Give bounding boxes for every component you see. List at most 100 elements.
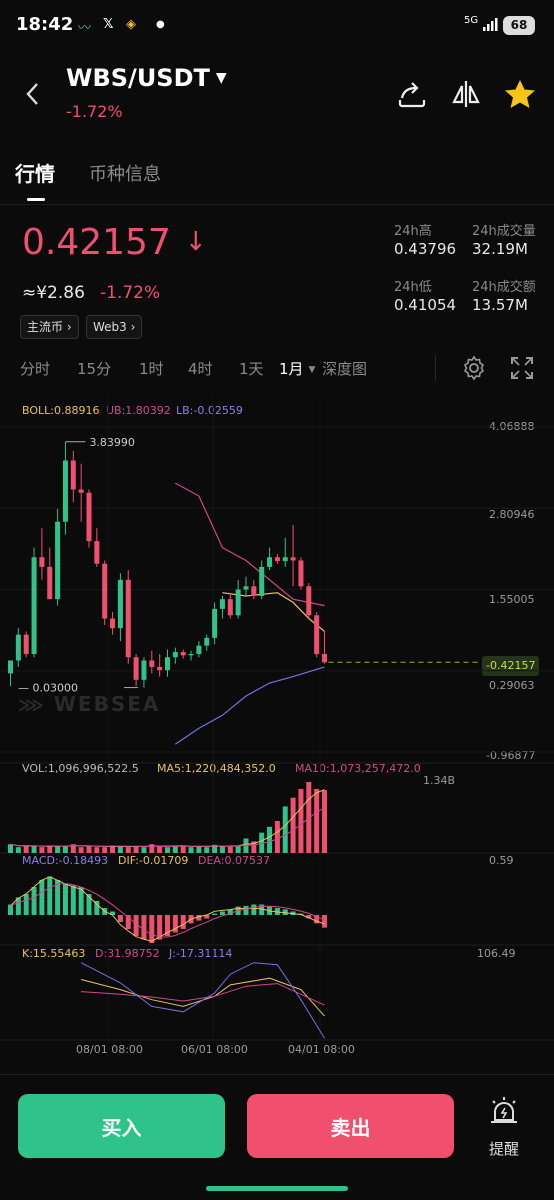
volume-bar [290, 797, 296, 853]
macd-bar [117, 915, 123, 922]
volume-bar [227, 846, 233, 853]
min-marker-label: — 0.03000 [18, 682, 78, 695]
candle [298, 560, 304, 587]
candle [31, 557, 37, 655]
divider [0, 204, 554, 205]
volume-bar [8, 844, 13, 853]
volume-bar [298, 788, 304, 853]
period-1month[interactable]: 1月 ▼ [279, 358, 315, 379]
share-icon[interactable] [396, 78, 428, 114]
candle [243, 586, 249, 590]
depth-chart-tab[interactable]: 深度图 [322, 358, 367, 379]
candle [78, 489, 84, 493]
volume-bar [102, 847, 108, 853]
amount-value: 13.57M [472, 296, 528, 314]
kdj-k-line [80, 977, 325, 1017]
macd-bar [180, 915, 186, 929]
fullscreen-icon[interactable] [509, 355, 535, 385]
candle [219, 599, 225, 609]
macd-bar [31, 887, 37, 915]
volume-label: 24h成交量 [472, 224, 536, 239]
amount-label: 24h成交额 [472, 280, 536, 295]
tag-web3[interactable]: Web3 › [86, 315, 143, 339]
macd-bar [62, 883, 68, 915]
volume-bar [94, 847, 100, 853]
candle [39, 557, 45, 567]
macd-bar [322, 915, 327, 928]
candle [23, 634, 29, 655]
period-1d[interactable]: 1天 [239, 358, 264, 379]
volume-bar [55, 846, 61, 853]
candle [314, 615, 320, 655]
macd-bar [70, 885, 76, 915]
pair-change: -1.72% [66, 102, 123, 121]
compare-icon[interactable] [450, 78, 482, 114]
low-label: 24h低 [394, 280, 432, 295]
candle [204, 637, 210, 646]
period-timeline[interactable]: 分时 [20, 358, 50, 379]
candle [70, 460, 76, 490]
tab-indicator [27, 198, 45, 201]
divider [0, 1074, 554, 1075]
candle [306, 586, 312, 616]
sell-button[interactable]: 卖出 [247, 1094, 454, 1158]
divider [435, 355, 436, 381]
volume-bar [23, 846, 29, 853]
last-price: 0.42157 ↓ [22, 222, 207, 263]
period-4h[interactable]: 4时 [188, 358, 213, 379]
macd-bar [8, 904, 13, 915]
websea-notification-icon: 〰 [78, 21, 92, 36]
status-time: 18:42 [16, 14, 74, 35]
candle [235, 589, 241, 616]
down-arrow-icon: ↓ [184, 227, 207, 257]
volume-bar [62, 846, 68, 853]
candle [133, 657, 139, 680]
volume-bar [282, 806, 288, 853]
candle [290, 557, 296, 561]
back-button[interactable] [22, 80, 42, 112]
candle [180, 652, 186, 656]
volume-bar [219, 846, 225, 853]
boll-lower-line [174, 666, 325, 745]
tab-market[interactable]: 行情 [15, 158, 55, 187]
cny-change: -1.72% [100, 283, 161, 303]
candle [8, 660, 13, 674]
macd-bar [141, 915, 147, 940]
volume-bar [39, 847, 45, 853]
volume-bar [204, 847, 210, 853]
volume-bar [165, 847, 170, 853]
x-notification-icon: 𝕏 [103, 17, 114, 32]
battery-indicator: 68 [503, 16, 535, 35]
chevron-right-icon: › [130, 320, 136, 334]
buy-button[interactable]: 买入 [18, 1094, 225, 1158]
favorite-star-icon[interactable] [503, 78, 537, 114]
kdj-j-line [80, 962, 325, 1039]
candle [15, 634, 21, 661]
home-indicator [206, 1186, 348, 1191]
candle [267, 557, 273, 567]
alert-bell-icon[interactable] [487, 1096, 521, 1132]
signal-icon [482, 16, 498, 36]
tab-coin-info[interactable]: 币种信息 [89, 160, 161, 186]
alert-label[interactable]: 提醒 [489, 1138, 519, 1159]
settings-gear-icon[interactable] [461, 355, 487, 385]
candle [117, 579, 123, 629]
volume-bar [157, 846, 163, 853]
macd-bar [251, 904, 257, 915]
period-15m[interactable]: 15分 [77, 358, 111, 379]
macd-bar [149, 915, 155, 943]
candle [165, 657, 170, 671]
tag-mainstream[interactable]: 主流币 › [20, 315, 79, 339]
volume-bar [274, 820, 280, 853]
kline-chart[interactable]: 3.83990 — 0.03000 [0, 395, 554, 1075]
volume-bar [125, 847, 131, 853]
volume-value: 32.19M [472, 240, 528, 258]
binance-notification-icon: ◈ [126, 17, 136, 32]
high-value: 0.43796 [394, 240, 457, 258]
candle [102, 563, 108, 619]
candle [141, 660, 147, 680]
period-1h[interactable]: 1时 [139, 358, 164, 379]
volume-bar [188, 847, 194, 853]
pair-title[interactable]: WBS/USDT ▼ [66, 64, 227, 92]
max-marker-label: 3.83990 [89, 436, 135, 449]
